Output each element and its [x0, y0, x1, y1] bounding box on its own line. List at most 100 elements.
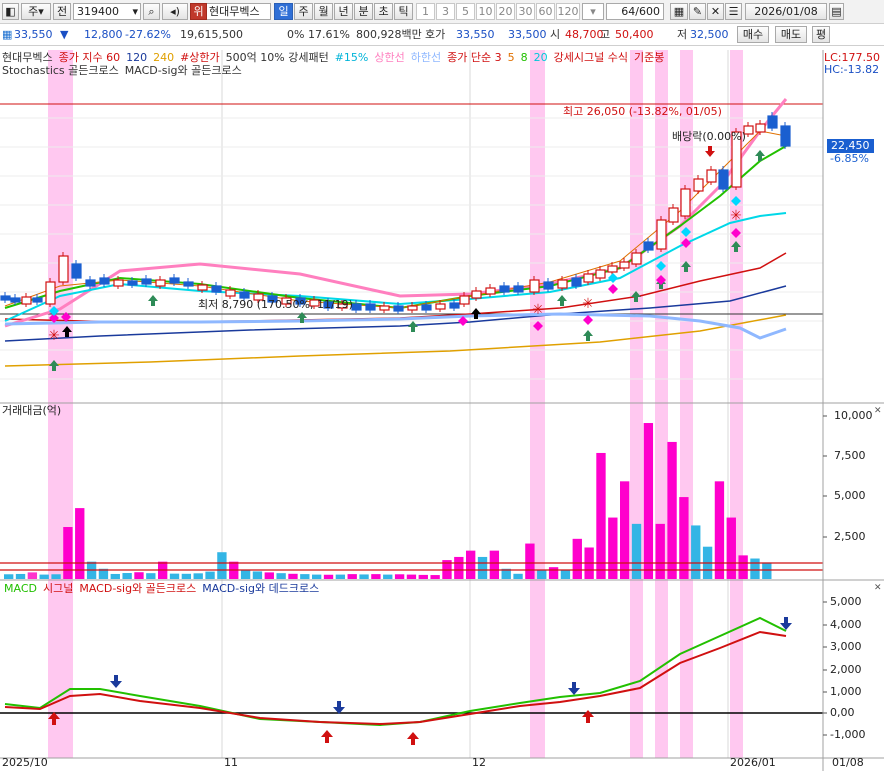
x-axis-label: 2025/10 — [2, 756, 48, 769]
count-field[interactable]: 64/600 — [606, 3, 664, 20]
volume-bar — [525, 543, 535, 579]
x-axis-label: 01/08 — [832, 756, 864, 769]
sound-icon[interactable]: ◂) — [162, 3, 188, 20]
volume-bar — [371, 574, 381, 579]
grid-icon[interactable]: ▦ — [670, 3, 688, 20]
interval-120[interactable]: 120 — [556, 3, 580, 20]
calendar-icon[interactable]: ▤ — [829, 3, 844, 20]
layout-icon[interactable]: ◧ — [2, 3, 19, 20]
price-legend-item: 종가 단순 3 — [447, 51, 502, 64]
stock-name-field[interactable]: 현대무벡스 — [207, 3, 271, 20]
quote-high: 50,400 — [615, 28, 654, 41]
candle-body — [656, 219, 667, 250]
upper-limit-star: ✳ — [582, 296, 594, 312]
quote-ask: 33,550 — [456, 28, 495, 41]
price-legend-item: Stochastics 골든크로스 — [2, 64, 119, 77]
interval-custom-dropdown[interactable]: ▾ — [582, 3, 604, 20]
interval-5[interactable]: 5 — [456, 3, 475, 20]
price-legend-item: 5 — [507, 51, 515, 64]
x-axis-label: 2026/01 — [730, 756, 776, 769]
stock-code-input[interactable]: 319400 ▾ — [73, 3, 141, 20]
candle-body — [141, 278, 152, 285]
prev-button[interactable]: 전 — [53, 3, 71, 20]
candle-body — [459, 295, 470, 305]
volume-bar — [466, 550, 476, 579]
candle-body — [393, 305, 404, 312]
interval-10[interactable]: 10 — [476, 3, 495, 20]
volume-bar — [39, 574, 49, 579]
macd-legend-item: 시그널 — [42, 582, 74, 595]
volume-bar — [134, 572, 144, 579]
volume-bar — [560, 569, 571, 579]
candle-body — [643, 241, 654, 251]
volume-bar — [122, 573, 132, 579]
candle-body — [45, 281, 56, 305]
candle-body — [32, 297, 43, 303]
quote-arrow: ▼ — [60, 28, 69, 41]
macd-dead-arrow — [110, 675, 122, 688]
macd-golden-arrow — [582, 710, 594, 723]
tab-day[interactable]: 일 — [274, 3, 293, 20]
candle-body — [631, 252, 642, 265]
sell-button[interactable]: 매도 — [775, 26, 807, 43]
interval-1[interactable]: 1 — [416, 3, 435, 20]
hc-label: HC:-13.82 — [824, 63, 880, 76]
candle-body — [595, 269, 606, 279]
price-legend-item: 하한선 — [410, 51, 442, 64]
crosshair-icon[interactable]: ✕ — [707, 3, 724, 20]
candle-body — [755, 123, 766, 133]
candle-body — [211, 285, 222, 293]
x-axis-label: 12 — [472, 756, 486, 769]
volume-title: 거래대금(억) — [2, 404, 62, 417]
candle-body — [71, 263, 82, 279]
candle-body — [113, 279, 124, 287]
candle-body — [127, 280, 138, 286]
candle-body — [449, 302, 460, 309]
tab-month[interactable]: 월 — [314, 3, 333, 20]
tab-second[interactable]: 초 — [374, 3, 393, 20]
upper-limit-star: ✳ — [48, 328, 60, 344]
ma20-line — [4, 212, 787, 322]
macd-panel — [0, 616, 823, 745]
candle-body — [485, 287, 496, 295]
main-toolbar: ◧ 주▾ 전 319400 ▾ ⌕ ◂) 위 현대무벡스 일 주 월 년 분 초 … — [0, 0, 884, 24]
volume-bar — [454, 556, 464, 579]
volume-bar — [394, 574, 405, 579]
volume-bar — [347, 574, 357, 579]
buy-button[interactable]: 매수 — [737, 26, 769, 43]
price-legend-item: 500억 10% 강세패턴 — [225, 51, 329, 64]
interval-60[interactable]: 60 — [536, 3, 555, 20]
list-icon[interactable]: ☰ — [725, 3, 742, 20]
price-legend-item: #15% — [334, 51, 369, 64]
avg-button[interactable]: 평 — [812, 26, 830, 43]
candle-body — [365, 303, 376, 311]
price-legend-item: 상한선 — [374, 51, 405, 64]
volume-bar — [548, 567, 559, 579]
volume-axis-tick: 7,500 — [834, 449, 866, 462]
macd-legend-item: MACD — [4, 582, 37, 595]
stock-chart[interactable]: ✳ ✳ ✳ ✳ ✕ ✕ — [0, 46, 884, 771]
volume-bar — [655, 523, 665, 579]
tab-year[interactable]: 년 — [334, 3, 353, 20]
volume-bar — [252, 571, 263, 579]
interval-20[interactable]: 20 — [496, 3, 515, 20]
upper-limit-star: ✳ — [730, 208, 742, 224]
tab-tick[interactable]: 틱 — [394, 3, 413, 20]
volume-bar — [15, 573, 26, 579]
search-icon[interactable]: ⌕ — [143, 3, 160, 20]
pencil-icon[interactable]: ✎ — [689, 3, 706, 20]
tab-week[interactable]: 주 — [294, 3, 313, 20]
volume-bar — [620, 481, 630, 579]
interval-30[interactable]: 30 — [516, 3, 535, 20]
candle-body — [99, 277, 110, 285]
interval-3[interactable]: 3 — [436, 3, 455, 20]
volume-bar — [312, 574, 322, 579]
volume-bar — [240, 569, 251, 579]
high-label: 고 — [600, 28, 611, 41]
volume-bar — [537, 570, 547, 579]
tab-minute[interactable]: 분 — [354, 3, 373, 20]
max-note: 최고 26,050 (-13.82%, 01/05) — [563, 105, 722, 118]
date-field[interactable]: 2026/01/08 — [745, 3, 827, 20]
macd-dead-arrow — [333, 701, 345, 714]
period-dropdown[interactable]: 주▾ — [21, 3, 51, 20]
